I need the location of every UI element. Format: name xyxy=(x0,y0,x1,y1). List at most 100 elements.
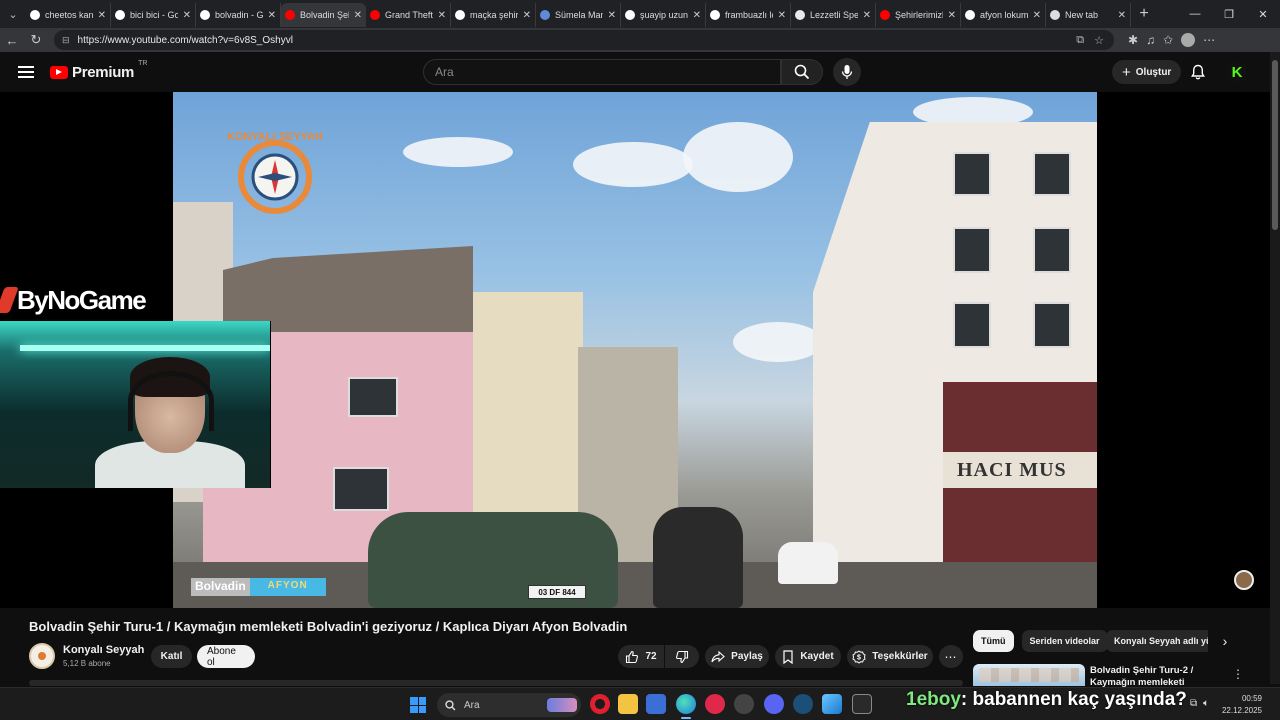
chevron-right-icon[interactable]: › xyxy=(1216,632,1234,650)
close-window-icon[interactable]: ✕ xyxy=(1246,0,1280,28)
country-code: TR xyxy=(138,59,148,67)
recommended-thumbnail[interactable] xyxy=(973,664,1085,686)
channel-watermark-icon[interactable] xyxy=(1234,570,1254,590)
volume-icon[interactable]: 🔈︎ xyxy=(1203,698,1209,709)
browser-tab[interactable]: Lezzetli Spesi ✕ xyxy=(791,3,876,27)
url-field[interactable]: ⊟ https://www.youtube.com/watch?v=6v8S_O… xyxy=(54,30,1114,50)
display-icon[interactable]: ⧉ xyxy=(1190,698,1197,709)
join-button[interactable]: Katıl xyxy=(151,645,192,668)
browser-tab[interactable]: Grand Theft A ✕ xyxy=(366,3,451,27)
recommended-title[interactable]: Bolvadin Şehir Turu-2 / Kaymağın memleke… xyxy=(1090,665,1220,687)
tab-close-icon[interactable]: ✕ xyxy=(863,10,871,21)
chip-uploader[interactable]: Konyalı Seyyah adlı yükleyiciden xyxy=(1106,630,1208,652)
reload-icon[interactable]: ↻ xyxy=(24,28,48,52)
guide-menu-icon[interactable] xyxy=(18,66,34,78)
favorites-icon[interactable]: ✩ xyxy=(1163,33,1173,47)
channel-name[interactable]: Konyalı Seyyah xyxy=(63,644,144,656)
browser-menu-icon[interactable]: ⋯ xyxy=(1203,33,1215,47)
browser-tab[interactable]: New tab ✕ xyxy=(1046,3,1131,27)
browser-tab[interactable]: bici bici - Go ✕ xyxy=(111,3,196,27)
more-actions-icon[interactable]: ⋯ xyxy=(939,645,963,668)
channel-avatar[interactable] xyxy=(29,643,55,669)
taskbar-clock[interactable]: 00:59 22.12.2025 xyxy=(1222,693,1262,717)
photos-icon[interactable] xyxy=(822,694,842,714)
tab-close-icon[interactable]: ✕ xyxy=(354,10,362,21)
new-tab-button[interactable]: + xyxy=(1131,2,1157,26)
tab-title: Grand Theft A xyxy=(385,10,433,20)
thanks-button[interactable]: $ Teşekkürler xyxy=(847,645,933,668)
back-icon[interactable]: ← xyxy=(0,28,24,52)
tab-search-chevron-icon[interactable]: ⌄ xyxy=(0,0,26,28)
browser-tab[interactable]: şuayip uzun ✕ xyxy=(621,3,706,27)
browser-tab[interactable]: cheetos kangu ✕ xyxy=(26,3,111,27)
steam-icon[interactable] xyxy=(793,694,813,714)
dev-tool-icon[interactable] xyxy=(646,694,666,714)
install-app-icon[interactable]: ⧉ xyxy=(1076,34,1084,47)
subscribe-button[interactable]: Abone ol xyxy=(197,645,255,668)
browser-tab[interactable]: Bolvadin Şeh ✕ xyxy=(281,3,366,27)
opera-icon[interactable] xyxy=(590,694,610,714)
tab-close-icon[interactable]: ✕ xyxy=(183,10,191,21)
window xyxy=(1033,302,1071,348)
description-box-edge[interactable] xyxy=(29,680,963,686)
share-button[interactable]: Paylaş xyxy=(705,645,769,668)
discord-icon[interactable] xyxy=(764,694,784,714)
like-button[interactable]: 72 xyxy=(618,645,664,668)
notifications-button[interactable] xyxy=(1188,62,1208,82)
browser-tab[interactable]: frambuazlı lok ✕ xyxy=(706,3,791,27)
settings-notify-icon[interactable] xyxy=(734,694,754,714)
video-player[interactable]: HACI MUS 03 DF 844 KONYALI SEYYAH Bolvad… xyxy=(0,92,1270,608)
system-tray: ⧉ 🔈︎ xyxy=(1190,698,1209,709)
profile-avatar[interactable] xyxy=(1181,33,1196,47)
browser-tab[interactable]: Şehirlerimizle ✕ xyxy=(876,3,961,27)
browser-tab[interactable]: bolvadin - Go ✕ xyxy=(196,3,281,27)
media-control-icon[interactable]: ♫ xyxy=(1146,33,1155,47)
chip-all[interactable]: Tümü xyxy=(973,630,1014,652)
tab-close-icon[interactable]: ✕ xyxy=(268,10,276,21)
maximize-icon[interactable]: ❐ xyxy=(1212,0,1246,28)
svg-text:$: $ xyxy=(857,654,861,661)
tab-title: Bolvadin Şeh xyxy=(300,10,349,20)
windows-start-icon[interactable] xyxy=(410,697,426,713)
media-player-icon[interactable] xyxy=(705,694,725,714)
tab-close-icon[interactable]: ✕ xyxy=(608,10,616,21)
browser-tab[interactable]: Sümela Manas ✕ xyxy=(536,3,621,27)
tab-close-icon[interactable]: ✕ xyxy=(98,10,106,21)
kick-extension-icon[interactable]: K xyxy=(1228,63,1246,81)
page-scrollbar[interactable] xyxy=(1270,52,1280,684)
tab-close-icon[interactable]: ✕ xyxy=(523,10,531,21)
taskbar-search[interactable]: Ara xyxy=(437,693,581,717)
tab-close-icon[interactable]: ✕ xyxy=(1033,10,1041,21)
tab-close-icon[interactable]: ✕ xyxy=(1118,10,1126,21)
create-label: Oluştur xyxy=(1135,66,1172,78)
site-info-icon[interactable]: ⊟ xyxy=(62,35,70,46)
tab-strip: cheetos kangu✕bici bici - Go✕bolvadin - … xyxy=(26,1,1131,27)
create-button[interactable]: + Oluştur xyxy=(1112,60,1182,84)
tab-close-icon[interactable]: ✕ xyxy=(438,10,446,21)
voice-search-button[interactable] xyxy=(833,58,861,86)
save-button[interactable]: Kaydet xyxy=(775,645,841,668)
extensions-icon[interactable]: ✱ xyxy=(1128,33,1138,47)
join-label: Katıl xyxy=(160,651,183,662)
tab-favicon-icon xyxy=(455,10,465,20)
browser-tab[interactable]: afyon lokum, ✕ xyxy=(961,3,1046,27)
browser-tab[interactable]: maçka şehir n ✕ xyxy=(451,3,536,27)
search-button[interactable] xyxy=(781,59,823,85)
tab-close-icon[interactable]: ✕ xyxy=(693,10,701,21)
scrollbar-thumb[interactable] xyxy=(1272,60,1278,230)
file-explorer-icon[interactable] xyxy=(618,694,638,714)
edge-browser-icon[interactable] xyxy=(676,694,696,719)
bookmark-star-icon[interactable]: ☆ xyxy=(1094,34,1104,47)
browser-tab-bar: ⌄ cheetos kangu✕bici bici - Go✕bolvadin … xyxy=(0,0,1280,28)
dislike-button[interactable] xyxy=(665,645,699,668)
video-frame[interactable]: HACI MUS 03 DF 844 KONYALI SEYYAH Bolvad… xyxy=(173,92,1097,608)
tab-close-icon[interactable]: ✕ xyxy=(948,10,956,21)
minimize-icon[interactable]: — xyxy=(1178,0,1212,28)
youtube-logo[interactable]: Premium TR xyxy=(50,60,147,81)
tab-close-icon[interactable]: ✕ xyxy=(778,10,786,21)
search-input[interactable]: Ara xyxy=(423,59,781,85)
window xyxy=(953,152,991,196)
chip-series[interactable]: Seriden videolar xyxy=(1021,630,1108,652)
epic-games-icon[interactable] xyxy=(852,694,872,714)
recommended-menu-icon[interactable]: ⋮ xyxy=(1232,667,1244,681)
